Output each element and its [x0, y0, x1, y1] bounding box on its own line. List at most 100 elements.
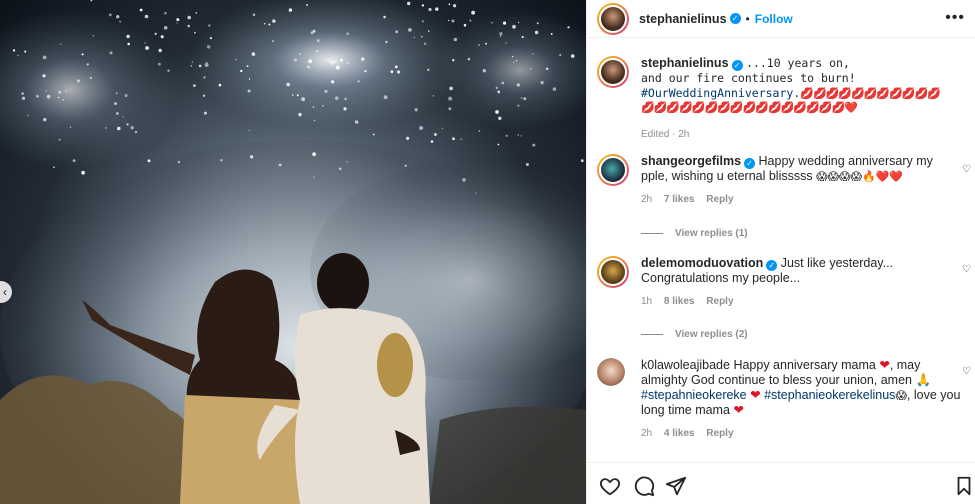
firework-spark [60, 43, 62, 45]
avatar[interactable] [597, 154, 629, 186]
comment-icon[interactable] [633, 475, 655, 497]
share-icon[interactable] [665, 475, 687, 497]
firework-spark [218, 83, 222, 87]
heart-emoji-icon: ❤ [750, 388, 761, 402]
firework-spark [122, 116, 124, 118]
firework-spark [532, 143, 536, 147]
view-replies-button[interactable]: View replies (1) [641, 228, 748, 239]
comments-list: stephanielinus ✓ ...10 years on, and our … [587, 38, 975, 462]
firework-spark [316, 50, 319, 53]
heart-icon[interactable] [599, 475, 621, 497]
firework-spark [278, 163, 282, 167]
firework-spark [495, 110, 499, 114]
firework-spark [471, 10, 475, 15]
comment-emojis: 😱😱😱😱🔥❤️❤️ [816, 171, 904, 183]
post-photo[interactable]: ‹ [0, 0, 586, 504]
firework-spark [24, 50, 27, 53]
firework-spark [421, 20, 424, 23]
firework-spark [154, 32, 157, 35]
firework-spark [545, 67, 549, 71]
firework-spark [187, 15, 191, 20]
firework-spark [404, 164, 407, 167]
firework-spark [115, 92, 118, 94]
firework-spark [27, 114, 29, 116]
post-username[interactable]: stephanielinus [639, 12, 727, 26]
like-comment-heart-icon[interactable]: ♡ [962, 164, 971, 175]
firework-spark [413, 36, 415, 39]
comment-hashtag-1[interactable]: #stepahnieokereke [641, 388, 747, 402]
firework-spark [57, 96, 60, 99]
like-comment-heart-icon[interactable]: ♡ [962, 264, 971, 275]
more-options-icon[interactable]: ••• [945, 10, 965, 26]
firework-spark [268, 23, 271, 26]
firework-spark [272, 40, 274, 42]
firework-spark [491, 21, 493, 24]
firework-spark [482, 69, 486, 73]
firework-spark [395, 30, 399, 34]
firework-spark [312, 152, 316, 156]
firework-spark [552, 87, 557, 91]
firework-spark [448, 96, 453, 101]
firework-spark [406, 136, 410, 140]
comment-text-a: Happy anniversary mama [733, 358, 876, 372]
firework-spark [343, 107, 347, 111]
firework-spark [251, 52, 256, 56]
caption-username[interactable]: stephanielinus [641, 56, 729, 70]
firework-spark [357, 80, 360, 83]
firework-spark [346, 32, 349, 36]
firework-spark [58, 138, 61, 141]
reply-button[interactable]: Reply [706, 194, 733, 205]
firework-spark [12, 49, 16, 52]
caption-time: Edited · 2h [641, 129, 690, 140]
firework-spark [307, 65, 310, 69]
firework-spark [505, 134, 508, 137]
comment-likes[interactable]: 7 likes [664, 194, 695, 205]
comment-hashtag-2[interactable]: #stephanieokerekelinus [764, 388, 895, 402]
firework-spark [331, 80, 335, 84]
caption-line-1: ...10 years on, [746, 56, 850, 70]
follow-button[interactable]: Follow [755, 12, 793, 26]
comment-likes[interactable]: 8 likes [664, 296, 695, 307]
firework-spark [372, 133, 375, 136]
firework-spark [308, 59, 313, 64]
firework-spark [124, 94, 128, 97]
firework-spark [452, 59, 455, 62]
firework-spark [176, 18, 180, 22]
caption-hashtag[interactable]: #OurWeddingAnniversary. [641, 86, 800, 100]
reply-button[interactable]: Reply [706, 296, 733, 307]
firework-spark [144, 14, 149, 19]
firework-spark [383, 15, 386, 19]
firework-spark [292, 94, 294, 96]
firework-spark [383, 95, 388, 100]
firework-spark [441, 127, 444, 130]
firework-spark [460, 138, 462, 140]
firework-spark [286, 82, 291, 87]
firework-spark [119, 20, 122, 23]
avatar[interactable] [597, 2, 629, 35]
like-comment-heart-icon[interactable]: ♡ [962, 366, 971, 377]
firework-spark [90, 0, 93, 2]
firework-spark [430, 140, 434, 143]
avatar[interactable] [597, 358, 625, 386]
firework-spark [139, 8, 143, 12]
bookmark-icon[interactable] [953, 475, 975, 497]
firework-spark [559, 54, 562, 56]
reply-button[interactable]: Reply [706, 428, 733, 439]
firework-spark [518, 21, 520, 24]
firework-spark [385, 40, 388, 44]
post-header: stephanielinus ✓ • Follow ••• [587, 0, 975, 38]
firework-spark [298, 112, 302, 117]
comment-username[interactable]: k0lawoleajibade [641, 358, 730, 372]
firework-spark [203, 111, 207, 115]
firework-spark [248, 78, 251, 80]
firework-spark [105, 127, 107, 129]
comment-username[interactable]: shangeorgefilms [641, 154, 741, 168]
view-replies-button[interactable]: View replies (2) [641, 329, 748, 340]
firework-spark [453, 37, 458, 42]
comment-username[interactable]: delemomoduovation [641, 256, 763, 270]
avatar[interactable] [597, 56, 629, 88]
comment-likes[interactable]: 4 likes [664, 428, 695, 439]
caption-line-2: and our fire continues to burn! [641, 71, 856, 85]
avatar[interactable] [597, 256, 629, 288]
firework-spark [499, 35, 502, 37]
